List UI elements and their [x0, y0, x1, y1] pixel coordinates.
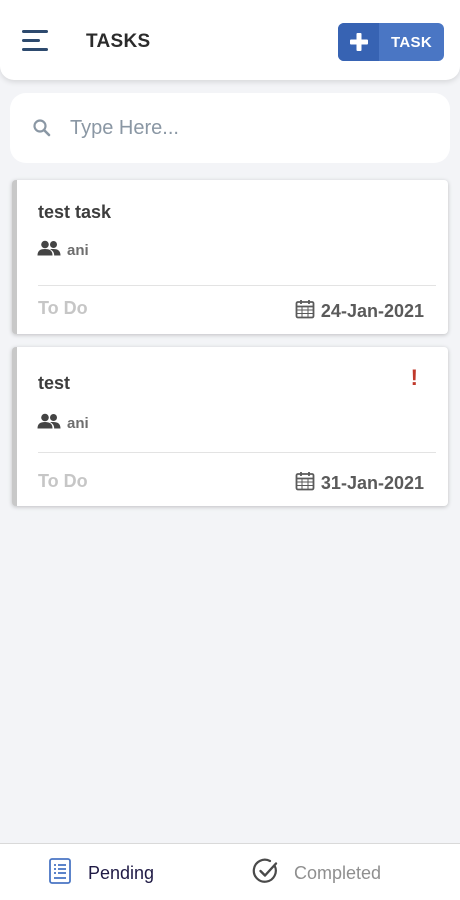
people-icon: [37, 240, 61, 261]
due-date: 24-Jan-2021: [320, 301, 424, 321]
task-due: 31-Jan-2021: [295, 471, 424, 496]
check-circle-icon: [252, 857, 280, 890]
high-priority-icon: !: [410, 365, 418, 390]
due-date: 31-Jan-2021: [320, 473, 424, 493]
plus-icon: [338, 23, 379, 61]
tab-completed[interactable]: Completed: [252, 857, 381, 890]
task-title: test: [38, 373, 71, 393]
task-status: To Do: [38, 471, 88, 491]
card-divider: [38, 452, 436, 453]
add-task-label: TASK: [391, 33, 432, 51]
task-status: To Do: [38, 298, 88, 318]
search-input[interactable]: [70, 111, 430, 145]
tab-pending[interactable]: Pending: [46, 857, 154, 890]
task-card[interactable]: test task ani To Do 24-Jan-2021: [12, 180, 448, 334]
search-icon: [32, 118, 52, 143]
checklist-icon: [46, 857, 74, 890]
assignee-name: ani: [67, 415, 89, 432]
calendar-icon: [295, 471, 315, 496]
tasks-screen: TASKS TASK test task: [0, 0, 460, 900]
people-icon: [37, 413, 61, 434]
app-header: TASKS TASK: [0, 0, 460, 80]
task-card[interactable]: test ! ani To Do 31-Jan-2021: [12, 347, 448, 506]
card-divider: [38, 285, 436, 286]
task-assignee: ani: [37, 413, 89, 434]
calendar-icon: [295, 299, 315, 324]
tab-completed-label: Completed: [294, 863, 382, 883]
page-title: TASKS: [86, 31, 151, 52]
tab-pending-label: Pending: [88, 863, 155, 883]
task-title: test task: [38, 202, 112, 222]
bottom-navigation: Pending Completed: [0, 843, 460, 900]
add-task-button[interactable]: TASK: [338, 23, 444, 61]
assignee-name: ani: [67, 242, 89, 259]
hamburger-menu-icon[interactable]: [22, 28, 52, 56]
task-due: 24-Jan-2021: [295, 299, 424, 324]
task-assignee: ani: [37, 240, 89, 261]
search-bar: [10, 93, 450, 163]
